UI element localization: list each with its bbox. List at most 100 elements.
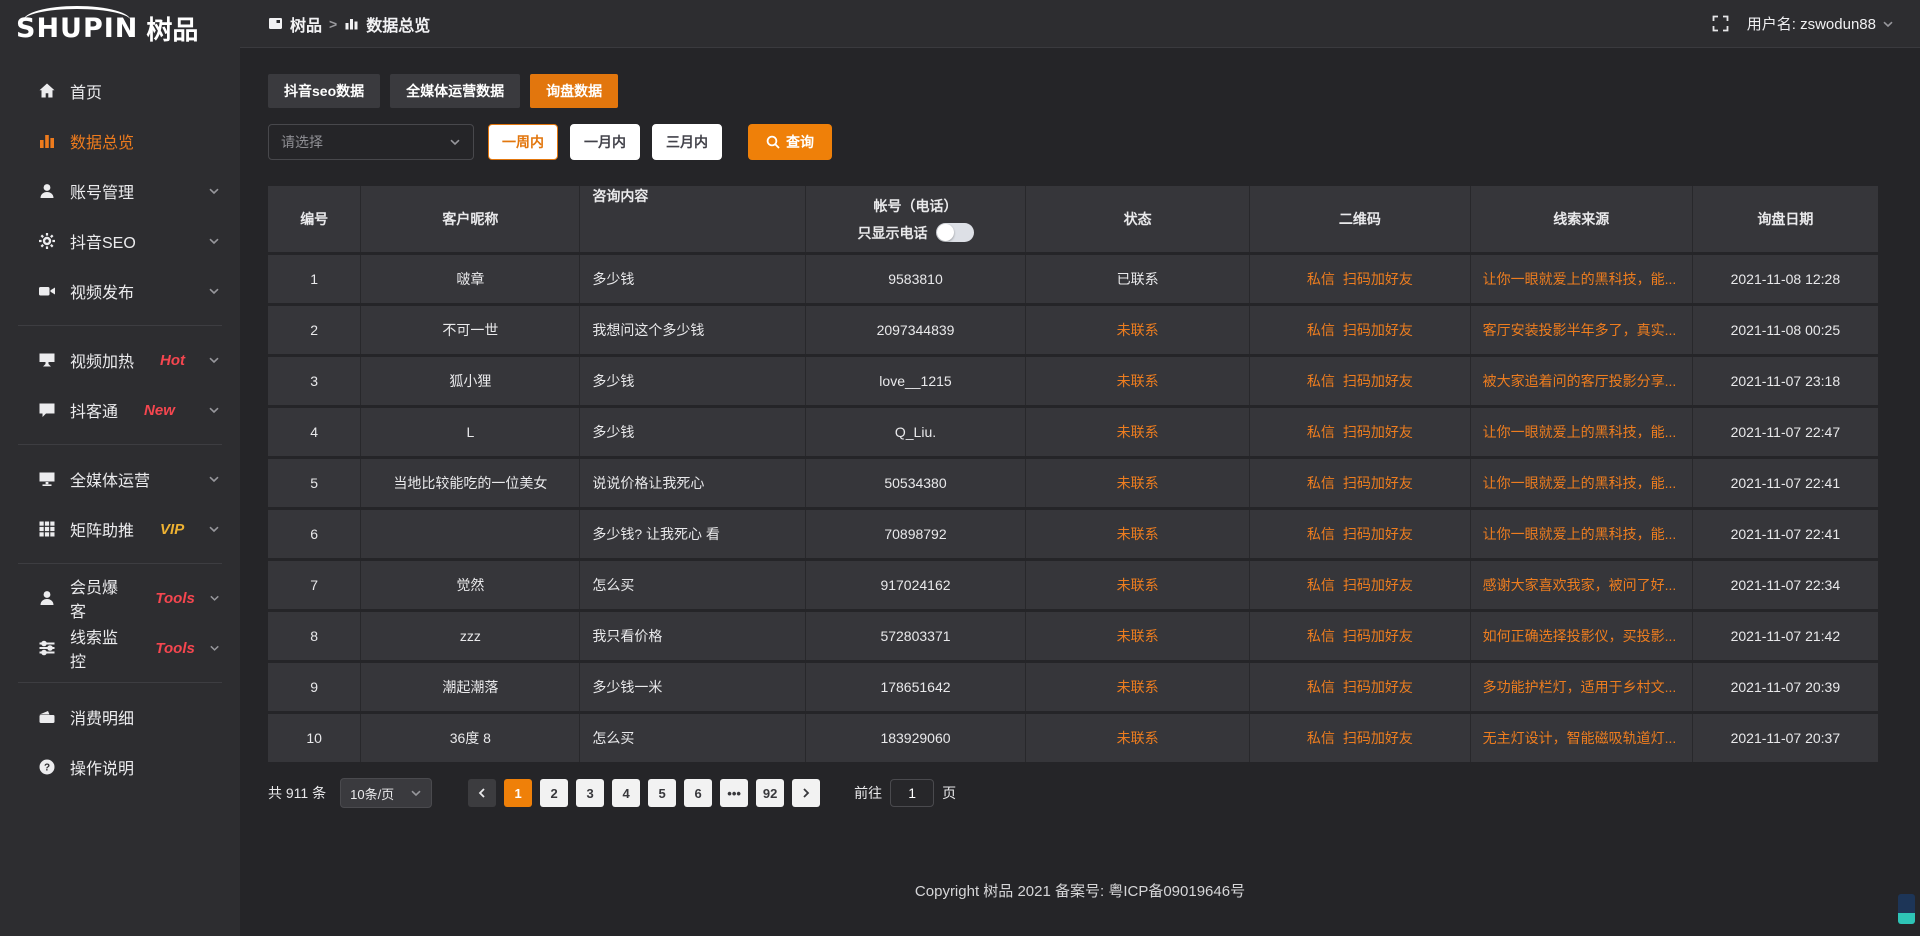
cell-date: 2021-11-07 22:47: [1693, 408, 1878, 456]
sidebar-item-lead-monitor[interactable]: 线索监控 Tools: [0, 623, 240, 673]
phone-only-toggle[interactable]: [936, 223, 974, 242]
qr-link-scan[interactable]: 扫码加好友: [1343, 575, 1413, 595]
sidebar-item-omni-media[interactable]: 全媒体运营: [0, 454, 240, 504]
col-header-date: 询盘日期: [1693, 186, 1878, 252]
chevron-down-icon: [209, 592, 220, 604]
cell-account: 917024162: [806, 561, 1027, 609]
cell-account: 9583810: [806, 255, 1027, 303]
filter-select[interactable]: 请选择: [268, 124, 474, 160]
logo-text-en: SHUPIN: [16, 13, 138, 44]
sidebar-item-douyin-seo[interactable]: 抖音SEO: [0, 216, 240, 266]
page-button-1[interactable]: 1: [504, 779, 532, 807]
cell-id: 2: [268, 306, 361, 354]
qr-link-dm[interactable]: 私信: [1307, 269, 1335, 289]
period-quarter-button[interactable]: 三月内: [652, 124, 722, 160]
chevron-down-icon: [208, 523, 220, 535]
page-button-4[interactable]: 4: [612, 779, 640, 807]
tab-douyin-seo-data[interactable]: 抖音seo数据: [268, 74, 380, 108]
sidebar-item-spend-detail[interactable]: 消费明细: [0, 692, 240, 742]
next-page-button[interactable]: [792, 779, 820, 807]
tab-omni-media-data[interactable]: 全媒体运营数据: [390, 74, 520, 108]
sidebar-item-member-burst[interactable]: 会员爆客 Tools: [0, 573, 240, 623]
sidebar-item-account-mgmt[interactable]: 账号管理: [0, 166, 240, 216]
sidebar-item-data-overview[interactable]: 数据总览: [0, 116, 240, 166]
tab-inquiry-data[interactable]: 询盘数据: [530, 74, 618, 108]
cell-qrcode: 私信 扫码加好友: [1250, 459, 1471, 507]
sidebar-item-home[interactable]: 首页: [0, 66, 240, 116]
qr-link-scan[interactable]: 扫码加好友: [1343, 269, 1413, 289]
sidebar-item-video-heat[interactable]: 视频加热 Hot: [0, 335, 240, 385]
qr-link-dm[interactable]: 私信: [1307, 422, 1335, 442]
page-button-6[interactable]: 6: [684, 779, 712, 807]
page-ellipsis-button[interactable]: •••: [720, 779, 748, 807]
source-link[interactable]: 多功能护栏灯，适用于乡村文...: [1483, 677, 1677, 697]
cell-account: Q_Liu.: [806, 408, 1027, 456]
qr-link-scan[interactable]: 扫码加好友: [1343, 677, 1413, 697]
cell-qrcode: 私信 扫码加好友: [1250, 255, 1471, 303]
qr-link-dm[interactable]: 私信: [1307, 728, 1335, 748]
qr-link-scan[interactable]: 扫码加好友: [1343, 473, 1413, 493]
gear-icon: [38, 232, 56, 250]
qr-link-scan[interactable]: 扫码加好友: [1343, 626, 1413, 646]
browser-extension-widget[interactable]: [1898, 894, 1915, 924]
sidebar-item-matrix-boost[interactable]: 矩阵助推 VIP: [0, 504, 240, 554]
page-button-5[interactable]: 5: [648, 779, 676, 807]
cell-source: 被大家追着问的客厅投影分享...: [1471, 357, 1693, 405]
cell-source: 感谢大家喜欢我家，被问了好...: [1471, 561, 1693, 609]
qr-link-dm[interactable]: 私信: [1307, 371, 1335, 391]
sidebar-menu: 首页 数据总览 账号管理 抖音SEO 视频发布: [0, 56, 240, 792]
qr-link-dm[interactable]: 私信: [1307, 575, 1335, 595]
period-week-button[interactable]: 一周内: [488, 124, 558, 160]
source-link[interactable]: 让你一眼就爱上的黑科技，能...: [1483, 524, 1677, 544]
qr-link-dm[interactable]: 私信: [1307, 524, 1335, 544]
qr-link-dm[interactable]: 私信: [1307, 473, 1335, 493]
page-button-92[interactable]: 92: [756, 779, 784, 807]
cell-content: 我想问这个多少钱: [580, 306, 805, 354]
qr-link-dm[interactable]: 私信: [1307, 320, 1335, 340]
source-link[interactable]: 客厅安装投影半年多了，真实...: [1483, 320, 1677, 340]
qr-link-scan[interactable]: 扫码加好友: [1343, 728, 1413, 748]
user-icon: [38, 589, 56, 607]
user-menu[interactable]: 用户名: zswodun88: [1747, 13, 1894, 34]
breadcrumb-root[interactable]: 树品: [290, 12, 322, 36]
copyright-text: Copyright 树品 2021 备案号: 粤ICP备09019646号: [915, 880, 1245, 901]
source-link[interactable]: 感谢大家喜欢我家，被问了好...: [1483, 575, 1677, 595]
page-button-3[interactable]: 3: [576, 779, 604, 807]
sidebar-item-video-publish[interactable]: 视频发布: [0, 266, 240, 316]
vip-badge: VIP: [160, 521, 184, 538]
chevron-down-icon: [208, 404, 220, 416]
qr-link-scan[interactable]: 扫码加好友: [1343, 371, 1413, 391]
page-size-select[interactable]: 10条/页: [340, 778, 432, 808]
cell-date: 2021-11-07 22:34: [1693, 561, 1878, 609]
prev-page-button[interactable]: [468, 779, 496, 807]
cell-status: 未联系: [1026, 357, 1250, 405]
qr-link-scan[interactable]: 扫码加好友: [1343, 524, 1413, 544]
source-link[interactable]: 如何正确选择投影仪，买投影...: [1483, 626, 1677, 646]
table-row: 10 36度 8 怎么买 183929060 未联系 私信 扫码加好友 无主灯设…: [268, 714, 1878, 762]
new-badge: New: [144, 402, 175, 419]
period-month-button[interactable]: 一月内: [570, 124, 640, 160]
cell-status: 未联系: [1026, 714, 1250, 762]
qr-link-dm[interactable]: 私信: [1307, 626, 1335, 646]
fullscreen-icon[interactable]: [1712, 15, 1729, 32]
source-link[interactable]: 让你一眼就爱上的黑科技，能...: [1483, 473, 1677, 493]
qr-link-scan[interactable]: 扫码加好友: [1343, 422, 1413, 442]
source-link[interactable]: 无主灯设计，智能磁吸轨道灯...: [1483, 728, 1677, 748]
breadcrumb-current[interactable]: 数据总览: [366, 12, 430, 36]
source-link[interactable]: 让你一眼就爱上的黑科技，能...: [1483, 269, 1677, 289]
home-icon: [38, 82, 56, 100]
qr-link-dm[interactable]: 私信: [1307, 677, 1335, 697]
hot-badge: Hot: [160, 352, 185, 369]
query-button[interactable]: 查询: [748, 124, 832, 160]
wallet-icon: [38, 708, 56, 726]
qr-link-scan[interactable]: 扫码加好友: [1343, 320, 1413, 340]
source-link[interactable]: 让你一眼就爱上的黑科技，能...: [1483, 422, 1677, 442]
goto-page-input[interactable]: [890, 779, 934, 807]
sidebar-item-doukt[interactable]: 抖客通 New: [0, 385, 240, 435]
sidebar-item-help[interactable]: ? 操作说明: [0, 742, 240, 792]
page-button-2[interactable]: 2: [540, 779, 568, 807]
total-count: 共 911 条: [268, 783, 326, 803]
account-header-label: 帐号（电话）: [874, 196, 958, 216]
source-link[interactable]: 被大家追着问的客厅投影分享...: [1483, 371, 1677, 391]
cell-content: 说说价格让我死心: [580, 459, 805, 507]
